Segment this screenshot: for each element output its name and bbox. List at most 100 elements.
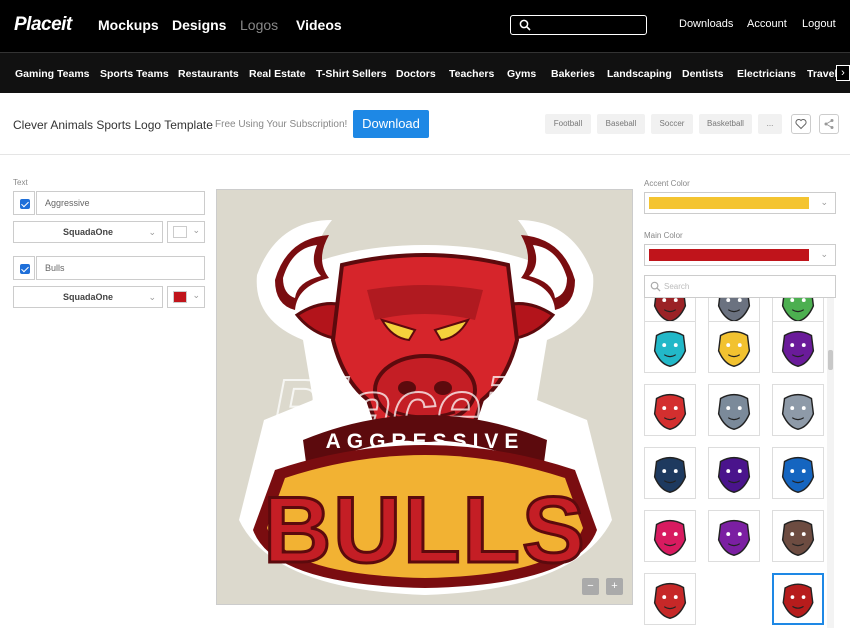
- panda-icon: [653, 456, 687, 493]
- category-gyms[interactable]: Gyms: [507, 68, 536, 80]
- logo-thumbnail[interactable]: [772, 384, 824, 436]
- text1-checkbox[interactable]: [13, 191, 35, 215]
- share-icon: [824, 119, 834, 129]
- tag-football[interactable]: Football: [545, 114, 591, 134]
- rhino-icon: [717, 393, 751, 430]
- logo-gallery: [644, 298, 836, 628]
- logo-thumbnail[interactable]: [644, 510, 696, 562]
- search-placeholder: Search: [664, 282, 690, 291]
- text2-color-select[interactable]: ⌄: [167, 286, 205, 308]
- logo-thumbnail[interactable]: [644, 321, 696, 373]
- template-toolbar: Clever Animals Sports Logo Template Free…: [0, 93, 850, 155]
- dog-icon: [781, 519, 815, 556]
- category-electricians[interactable]: Electricians: [737, 68, 796, 80]
- gallery-scrollbar-thumb[interactable]: [828, 350, 833, 370]
- logo-thumbnail[interactable]: [644, 447, 696, 499]
- bull-logo-artwork: Placeit AGGRESSIVE BULLS: [239, 220, 612, 595]
- category-bar: Gaming Teams Sports Teams Restaurants Re…: [0, 52, 850, 93]
- logo-thumbnail[interactable]: [708, 321, 760, 373]
- logo-thumbnail[interactable]: [708, 384, 760, 436]
- category-travel[interactable]: Travel: [807, 68, 837, 80]
- logo-thumbnail[interactable]: [772, 573, 824, 625]
- search-icon: [519, 19, 531, 31]
- tag-baseball[interactable]: Baseball: [597, 114, 645, 134]
- top-navbar: Placeit Mockups Designs Logos Videos Dow…: [0, 0, 850, 52]
- text-section-label: Text: [13, 178, 28, 187]
- logo-canvas[interactable]: Placeit AGGRESSIVE BULLS: [216, 189, 633, 605]
- eagle-icon: [781, 456, 815, 493]
- text2-checkbox[interactable]: [13, 256, 35, 280]
- gallery-scrollbar[interactable]: [827, 298, 834, 628]
- chevron-right-icon[interactable]: ›: [836, 65, 850, 81]
- placeit-logo[interactable]: Placeit: [14, 14, 72, 36]
- text2-font-select[interactable]: SquadaOne ⌄: [13, 286, 163, 308]
- text1-font-select[interactable]: SquadaOne ⌄: [13, 221, 163, 243]
- zoom-out-button[interactable]: −: [582, 578, 599, 595]
- logout-link[interactable]: Logout: [802, 18, 836, 30]
- search-input[interactable]: [510, 15, 647, 35]
- category-restaurants[interactable]: Restaurants: [178, 68, 239, 80]
- main-color-bar: [649, 249, 809, 261]
- wolf-icon: [653, 519, 687, 556]
- text1-input[interactable]: Aggressive: [36, 191, 205, 215]
- accent-color-label: Accent Color: [644, 179, 690, 188]
- category-tshirt-sellers[interactable]: T-Shirt Sellers: [316, 68, 387, 80]
- fish-icon: [653, 330, 687, 367]
- zoom-in-button[interactable]: +: [606, 578, 623, 595]
- downloads-link[interactable]: Downloads: [679, 18, 733, 30]
- check-icon: [20, 264, 30, 274]
- main-color-label: Main Color: [644, 231, 683, 240]
- category-real-estate[interactable]: Real Estate: [249, 68, 306, 80]
- page-title: Clever Animals Sports Logo Template: [13, 118, 213, 132]
- dragon-icon: [653, 393, 687, 430]
- horse-icon: [781, 330, 815, 367]
- tag-soccer[interactable]: Soccer: [651, 114, 693, 134]
- bull-icon: [653, 582, 687, 619]
- chevron-down-icon: ⌄: [820, 197, 828, 207]
- nav-videos[interactable]: Videos: [296, 17, 342, 33]
- nav-designs[interactable]: Designs: [172, 17, 226, 33]
- color-swatch: [173, 226, 187, 238]
- chevron-down-icon: ⌄: [192, 290, 200, 300]
- accent-color-select[interactable]: ⌄: [644, 192, 836, 214]
- bull-icon: [782, 583, 814, 619]
- heart-icon: [795, 118, 807, 130]
- text2-input[interactable]: Bulls: [36, 256, 205, 280]
- nav-mockups[interactable]: Mockups: [98, 17, 159, 33]
- category-bakeries[interactable]: Bakeries: [551, 68, 595, 80]
- category-gaming-teams[interactable]: Gaming Teams: [15, 68, 90, 80]
- logo-thumbnail[interactable]: [644, 384, 696, 436]
- tag-basketball[interactable]: Basketball: [699, 114, 752, 134]
- tag-more[interactable]: ...: [758, 114, 782, 134]
- logo-thumbnail[interactable]: [772, 321, 824, 373]
- category-doctors[interactable]: Doctors: [396, 68, 436, 80]
- text1-color-select[interactable]: ⌄: [167, 221, 205, 243]
- category-dentists[interactable]: Dentists: [682, 68, 723, 80]
- check-icon: [20, 199, 30, 209]
- account-link[interactable]: Account: [747, 18, 787, 30]
- gallery-search-input[interactable]: Search: [644, 275, 836, 298]
- main-text: BULLS: [263, 477, 586, 582]
- category-landscaping[interactable]: Landscaping: [607, 68, 672, 80]
- favorite-button[interactable]: [791, 114, 811, 134]
- logo-thumbnail[interactable]: [708, 510, 760, 562]
- color-swatch: [173, 291, 187, 303]
- logo-thumbnail[interactable]: [644, 573, 696, 625]
- accent-color-bar: [649, 197, 809, 209]
- download-button[interactable]: Download: [353, 110, 429, 138]
- chevron-down-icon: ⌄: [820, 249, 828, 259]
- logo-thumbnail[interactable]: [708, 447, 760, 499]
- elephant-icon: [781, 393, 815, 430]
- category-sports-teams[interactable]: Sports Teams: [100, 68, 169, 80]
- logo-thumbnail[interactable]: [772, 510, 824, 562]
- search-icon: [650, 281, 661, 292]
- eagle-icon: [717, 456, 751, 493]
- category-teachers[interactable]: Teachers: [449, 68, 494, 80]
- main-color-select[interactable]: ⌄: [644, 244, 836, 266]
- chevron-down-icon: ⌄: [148, 227, 156, 237]
- share-button[interactable]: [819, 114, 839, 134]
- logo-thumbnail[interactable]: [772, 447, 824, 499]
- gorilla-icon: [717, 330, 751, 367]
- nav-logos[interactable]: Logos: [240, 17, 278, 33]
- gorilla-icon: [717, 519, 751, 556]
